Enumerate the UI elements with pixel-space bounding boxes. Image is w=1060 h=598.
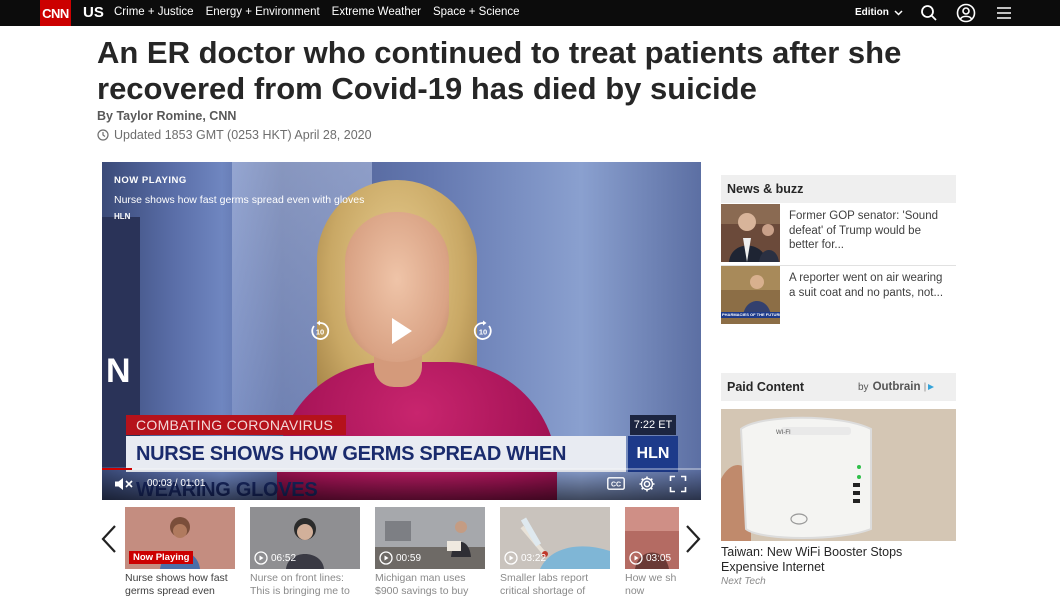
paid-content-title[interactable]: Taiwan: New WiFi Booster Stops Expensive… [721,545,956,575]
video-duration: 00:59 [379,551,421,565]
duration-label: 03:05 [646,552,672,564]
carousel-next-arrow-icon[interactable] [685,524,701,554]
nav-link-crime-justice[interactable]: Crime + Justice [114,6,194,18]
studio-wall-letter: N [106,352,131,390]
carousel-prev-arrow-icon[interactable] [101,524,117,554]
carousel-caption[interactable]: Smaller labs report critical shortage of [500,572,610,598]
carousel-thumbnail[interactable]: 06:52 [250,507,360,569]
lower-third-network: HLN [628,436,678,472]
lower-third-headline: NURSE SHOWS HOW GERMS SPREAD WHEN WEARIN… [126,436,626,500]
paid-by-label: by [858,381,869,393]
fullscreen-icon[interactable] [669,475,687,493]
video-progress-bar[interactable] [102,468,701,470]
now-playing-badge: Now Playing [129,551,194,564]
news-thumbnail-caption: PHARMACIES OF THE FUTURE [722,312,780,317]
news-thumbnail-senator[interactable] [721,204,780,262]
carousel-caption[interactable]: Nurse on front lines: This is bringing m… [250,572,360,598]
video-player[interactable]: N NOW PLAYING Nurse shows how fast germs… [102,162,701,500]
play-icon[interactable] [389,316,415,346]
news-headline[interactable]: Former GOP senator: 'Sound defeat' of Tr… [789,209,949,253]
lower-third-tag: COMBATING CORONAVIRUS [126,415,346,435]
article-byline: By Taylor Romine, CNN [97,109,237,123]
adchoices-icon[interactable] [924,382,936,392]
play-circle-icon [254,551,268,565]
carousel-thumbnail[interactable]: 03:22 [500,507,610,569]
paid-content-source: Next Tech [721,576,766,587]
mute-icon[interactable] [114,477,134,491]
top-nav: CNN US Crime + Justice Energy + Environm… [0,0,1060,26]
nav-link-energy-environment[interactable]: Energy + Environment [206,6,320,18]
news-headline[interactable]: A reporter went on air wearing a suit co… [789,271,949,300]
skip-back-10-icon[interactable]: 10 [309,320,331,342]
nav-links: Crime + Justice Energy + Environment Ext… [114,6,520,18]
outbrain-attribution[interactable]: by Outbrain [858,381,936,393]
skip-forward-10-icon[interactable]: 10 [472,320,494,342]
nav-link-space-science[interactable]: Space + Science [433,6,520,18]
carousel-thumbnail[interactable]: 03:05 [625,507,679,569]
closed-captions-icon[interactable]: CC [607,477,625,490]
news-item[interactable]: Former GOP senator: 'Sound defeat' of Tr… [721,204,956,264]
play-circle-icon [379,551,393,565]
search-icon[interactable] [919,3,939,23]
cnn-logo[interactable]: CNN [40,0,71,26]
article-headline: An ER doctor who continued to treat pati… [97,35,902,106]
edition-label: Edition [855,7,889,18]
skip-back-label: 10 [316,328,324,337]
updated-timestamp: Updated 1853 GMT (0253 HKT) April 28, 20… [114,128,372,142]
edition-menu[interactable]: Edition [855,7,903,18]
wifi-booster-image: WI-FI [721,409,956,541]
video-progress-fill [102,468,132,470]
duration-label: 03:22 [521,552,547,564]
chevron-down-icon [894,9,903,16]
video-duration: 03:22 [504,551,546,565]
nav-link-extreme-weather[interactable]: Extreme Weather [332,6,421,18]
play-circle-icon [504,551,518,565]
news-item[interactable]: PHARMACIES OF THE FUTURE A reporter went… [721,266,956,326]
carousel-thumbnail[interactable]: 00:59 [375,507,485,569]
skip-forward-label: 10 [479,328,487,337]
hamburger-menu-icon[interactable] [994,3,1014,23]
section-title[interactable]: US [83,4,104,21]
carousel-caption[interactable]: Nurse shows how fast germs spread even [125,572,235,598]
carousel-caption[interactable]: How we sh now [625,572,679,598]
duration-label: 00:59 [396,552,422,564]
carousel-caption[interactable]: Michigan man uses $900 savings to buy [375,572,485,598]
carousel-thumbnail[interactable]: Now Playing [125,507,235,569]
user-account-icon[interactable] [956,3,976,23]
video-duration: 03:05 [629,551,671,565]
video-duration: 06:52 [254,551,296,565]
paid-content-image[interactable]: WI-FI [721,409,956,541]
play-circle-icon [629,551,643,565]
article-updated: Updated 1853 GMT (0253 HKT) April 28, 20… [97,128,372,142]
svg-text:CC: CC [611,482,621,489]
device-label: WI-FI [776,430,791,436]
clock-icon [97,129,109,141]
video-source: HLN [114,212,131,221]
duration-label: 06:52 [271,552,297,564]
video-title: Nurse shows how fast germs spread even w… [114,194,365,206]
outbrain-logo: Outbrain [872,381,921,393]
settings-gear-icon[interactable] [638,475,656,493]
now-playing-label: NOW PLAYING [114,175,187,186]
news-buzz-heading: News & buzz [721,175,956,203]
lower-third-time: 7:22 ET [630,415,676,435]
video-time: 00:03 / 01:01 [147,478,206,489]
